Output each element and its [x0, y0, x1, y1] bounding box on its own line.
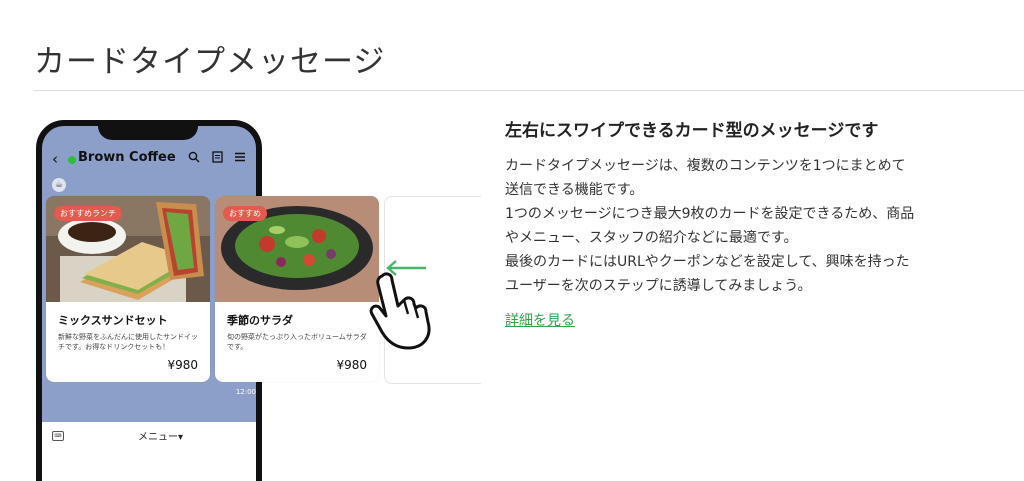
card-badge: おすすめランチ — [54, 206, 122, 221]
message-card[interactable]: おすすめランチ ミックスサンドセット 新鮮な野菜をふんだんに使用したサンドイッチ… — [46, 196, 210, 382]
search-icon[interactable] — [188, 151, 200, 166]
feature-title: 左右にスワイプできるカード型のメッセージです — [505, 121, 879, 141]
swipe-hand-icon — [369, 272, 431, 350]
chat-name: Brown Coffee — [78, 150, 176, 165]
divider — [34, 90, 1024, 91]
card-description: 旬の野菜がたっぷり入ったボリュームサラダです。 — [227, 333, 367, 351]
phone-notch — [98, 126, 198, 140]
feature-description: カードタイプメッセージは、複数のコンテンツを1つにまとめて 送信できる機能です。… — [505, 158, 915, 294]
avatar[interactable]: ☕ — [52, 178, 66, 192]
card-description: 新鮮な野菜をふんだんに使用したサンドイッチです。お得なドリンクセットも！ — [58, 333, 198, 351]
back-icon[interactable]: ‹ — [52, 150, 58, 168]
keyboard-icon[interactable]: ⌨ — [52, 431, 64, 441]
card-price: ¥980 — [167, 358, 198, 372]
message-card[interactable]: おすすめ 季節のサラダ 旬の野菜がたっぷり入ったボリュームサラダです。 ¥980 — [215, 196, 379, 382]
menu-icon[interactable] — [234, 151, 246, 166]
chat-bottom-bar: ⌨ メニュー▾ — [42, 422, 256, 481]
salad-image: おすすめ — [215, 196, 379, 302]
notes-icon[interactable] — [212, 151, 223, 166]
card-title: ミックスサンドセット — [58, 314, 168, 327]
card-price: ¥980 — [336, 358, 367, 372]
page-title: カードタイプメッセージ — [34, 44, 386, 80]
chat-header: ‹ Brown Coffee — [42, 148, 256, 174]
message-time: 12:00 — [235, 388, 256, 396]
sandwich-image: おすすめランチ — [46, 196, 210, 302]
menu-toggle[interactable]: メニュー▾ — [138, 428, 183, 443]
card-badge: おすすめ — [223, 206, 267, 221]
card-title: 季節のサラダ — [227, 314, 293, 327]
details-link[interactable]: 詳細を見る — [505, 310, 575, 330]
online-status-icon — [68, 156, 76, 164]
